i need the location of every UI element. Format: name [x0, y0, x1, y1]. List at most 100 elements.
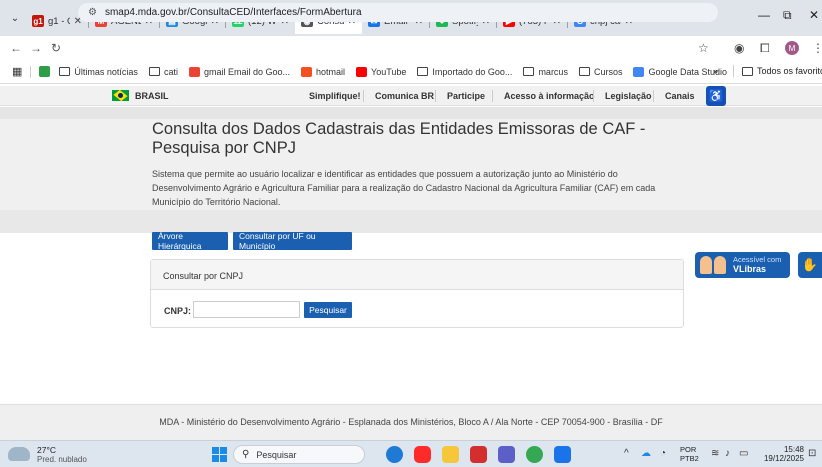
copilot-app-icon[interactable]: [386, 446, 403, 463]
bookmark-item[interactable]: cati: [148, 66, 178, 77]
gov-brasil-link[interactable]: BRASIL: [135, 91, 169, 101]
taskbar-search[interactable]: ⚲ Pesquisar: [233, 445, 365, 464]
battery-icon[interactable]: ▭: [739, 448, 748, 459]
url-text: smap4.mda.gov.br/ConsultaCED/Interfaces/…: [104, 7, 362, 18]
notification-icon[interactable]: ⊡: [808, 448, 816, 459]
bookmark-item[interactable]: YouTube: [356, 66, 407, 77]
brazil-flag-icon: [112, 90, 129, 101]
gov-bar: BRASIL Simplifique! Comunica BR Particip…: [0, 86, 822, 106]
yt-icon: [356, 66, 368, 77]
url-bar[interactable]: ⚙ smap4.mda.gov.br/ConsultaCED/Interface…: [78, 3, 718, 22]
file-explorer-icon[interactable]: [442, 446, 459, 463]
cnpj-label: CNPJ:: [164, 306, 192, 316]
vlibras-small-label: Acessível com: [733, 255, 782, 264]
youtube-app-icon[interactable]: [414, 446, 431, 463]
bookmark-label: YouTube: [371, 66, 407, 77]
tab-favicon-icon: g1: [32, 15, 44, 27]
chrome-app-icon[interactable]: [526, 446, 543, 463]
browser-menu-icon[interactable]: ⋮: [812, 41, 822, 55]
weather-temperature: 27°C: [37, 445, 56, 455]
reload-icon[interactable]: ↻: [46, 41, 66, 55]
profile-avatar[interactable]: M: [785, 41, 799, 55]
tab-label: g1 - O j: [48, 15, 70, 27]
bookmark-label: Importado do Goo...: [432, 66, 513, 77]
bookmark-star-icon[interactable]: ☆: [698, 41, 709, 55]
folder-icon: [148, 67, 160, 76]
bookmark-item[interactable]: Últimas notícias: [59, 67, 138, 77]
wifi-icon[interactable]: ≋: [711, 448, 719, 459]
page-footer: MDA - Ministério do Desenvolvimento Agrá…: [0, 404, 822, 440]
green-plus-icon[interactable]: [39, 66, 51, 77]
folder-icon: [417, 67, 429, 76]
vlibras-hand-icon[interactable]: ✋: [798, 252, 822, 278]
cloud-weather-icon[interactable]: [8, 447, 30, 461]
folder-icon: [59, 67, 71, 76]
bookmark-item[interactable]: marcus: [523, 67, 568, 77]
accessibility-icon[interactable]: ♿: [706, 86, 726, 106]
volume-icon[interactable]: ♪: [725, 448, 730, 459]
cnpj-search-panel: Consultar por CNPJ CNPJ: Pesquisar: [150, 259, 684, 328]
gov-link-legislacao[interactable]: Legislação: [605, 91, 652, 101]
site-info-icon[interactable]: ⚙: [88, 7, 97, 18]
panel-title: Consultar por CNPJ: [151, 260, 683, 290]
all-bookmarks[interactable]: Todos os favoritos: [742, 66, 822, 76]
cnpj-input[interactable]: [193, 301, 300, 318]
bookmarks-divider-right: [733, 65, 734, 77]
tab-search-dropdown-icon[interactable]: ⌄: [4, 7, 26, 29]
bookmark-item[interactable]: hotmail: [301, 66, 346, 77]
ms-icon: [301, 66, 312, 77]
close-window-icon[interactable]: ✕: [809, 8, 819, 22]
pdf-reader-icon[interactable]: [470, 446, 487, 463]
pesquisar-button[interactable]: Pesquisar: [304, 302, 352, 318]
bookmarks-divider: [30, 65, 32, 78]
taskbar-search-placeholder: Pesquisar: [256, 449, 297, 460]
minimize-icon[interactable]: —: [758, 8, 770, 22]
bookmarks-more[interactable]: »: [713, 66, 718, 76]
restore-icon[interactable]: ⧉: [783, 8, 792, 23]
lang-line2: PTB2: [680, 454, 699, 463]
gov-sep: [363, 90, 364, 102]
gov-link-canais[interactable]: Canais: [665, 91, 695, 101]
teams-app-icon[interactable]: [498, 446, 515, 463]
bookmark-label: cati: [163, 66, 178, 77]
extensions-puzzle-icon[interactable]: ⧠: [760, 41, 770, 56]
back-icon[interactable]: ←: [6, 41, 26, 55]
gmail-icon: [188, 66, 200, 77]
bookmark-item[interactable]: gmail Email do Goo...: [188, 66, 290, 77]
consultar-uf-municipio-button[interactable]: Consultar por UF ou Município: [233, 231, 352, 251]
taskbar-clock[interactable]: 15:48 19/12/2025: [758, 445, 804, 463]
clock-time: 15:48: [783, 445, 804, 454]
apps-grid-icon[interactable]: ▦: [12, 65, 22, 78]
bookmark-item[interactable]: Cursos: [578, 66, 623, 77]
gov-link-comunica[interactable]: Comunica BR: [375, 91, 434, 101]
input-language[interactable]: POR PTB2: [680, 445, 699, 463]
tray-app-icon[interactable]: ◔: [660, 448, 666, 459]
gov-sep: [653, 90, 654, 102]
bookmarks-bar: ▦ Últimas notícias cati gmail Email do Goo…: [0, 60, 822, 84]
bookmark-label: Últimas notícias: [74, 66, 138, 77]
arvore-hierarquica-button[interactable]: Árvore Hierárquica: [152, 231, 228, 251]
show-hidden-icons[interactable]: ^: [624, 448, 629, 459]
gov-link-participe[interactable]: Participe: [447, 91, 485, 101]
bookmark-label: Cursos: [593, 66, 623, 77]
terminal-app-icon[interactable]: [554, 446, 571, 463]
gov-link-acesso[interactable]: Acesso à informação: [504, 91, 595, 101]
gov-sep: [435, 90, 436, 102]
vlibras-widget[interactable]: Acessível com VLibras: [695, 252, 790, 278]
bookmark-label: marcus: [538, 66, 568, 77]
all-bookmarks-label: Todos os favoritos: [757, 66, 822, 76]
clock-date: 19/12/2025: [763, 454, 804, 463]
bookmark-item[interactable]: Importado do Goo...: [417, 67, 512, 77]
extension-icon[interactable]: ◉: [734, 41, 744, 55]
gov-link-simplifique[interactable]: Simplifique!: [309, 91, 361, 101]
gov-sep: [593, 90, 594, 102]
vlibras-big-label: VLibras: [733, 264, 767, 274]
forward-icon[interactable]: →: [26, 41, 46, 55]
onedrive-icon[interactable]: ☁: [641, 448, 651, 459]
bookmark-label: hotmail: [316, 66, 346, 77]
page-header-strip-bottom: [0, 210, 822, 233]
start-menu-icon[interactable]: [212, 447, 227, 462]
folder-icon: [578, 67, 590, 76]
bookmark-label: gmail Email do Goo...: [203, 66, 290, 77]
gov-sep: [492, 90, 493, 102]
